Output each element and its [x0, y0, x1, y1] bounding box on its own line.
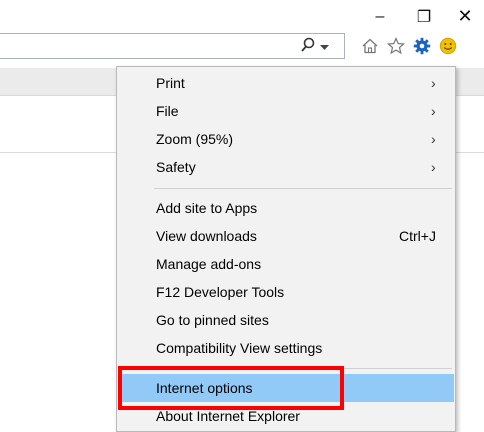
star-icon[interactable]	[386, 36, 406, 56]
menu-item-safety[interactable]: Safety ›	[118, 153, 454, 181]
chevron-down-icon[interactable]	[320, 38, 329, 56]
menu-item-label: Compatibility View settings	[156, 340, 323, 356]
menu-item-label: Print	[156, 75, 185, 91]
smiley-icon[interactable]	[438, 36, 458, 56]
menu-item-label: Add site to Apps	[156, 200, 258, 216]
chevron-right-icon: ›	[431, 159, 436, 175]
menu-item-pinned-sites[interactable]: Go to pinned sites	[118, 306, 454, 334]
search-icon[interactable]	[300, 37, 316, 58]
chevron-right-icon: ›	[431, 75, 436, 91]
title-bar: – ❐ ✕	[0, 0, 484, 33]
restore-button[interactable]: ❐	[404, 0, 444, 33]
minimize-button[interactable]: –	[360, 0, 400, 33]
chevron-right-icon: ›	[431, 131, 436, 147]
home-icon[interactable]	[360, 36, 380, 56]
menu-item-view-downloads[interactable]: View downloads Ctrl+J	[118, 222, 454, 250]
highlight-annotation	[118, 366, 344, 410]
toolbar-icons	[360, 34, 458, 58]
menu-item-label: View downloads	[156, 228, 257, 244]
menu-item-file[interactable]: File ›	[118, 97, 454, 125]
menu-item-developer-tools[interactable]: F12 Developer Tools	[118, 278, 454, 306]
menu-item-label: Zoom (95%)	[156, 131, 234, 147]
gear-icon[interactable]	[412, 36, 432, 56]
menu-item-compatibility-view[interactable]: Compatibility View settings	[118, 334, 454, 362]
search-dropdown[interactable]	[300, 36, 340, 58]
menu-item-label: Safety	[156, 159, 196, 175]
menu-item-label: Go to pinned sites	[156, 312, 269, 328]
menu-item-label: F12 Developer Tools	[156, 284, 285, 300]
chevron-right-icon: ›	[431, 103, 436, 119]
menu-item-label: File	[156, 103, 179, 119]
menu-separator	[154, 188, 452, 189]
address-bar[interactable]	[0, 33, 345, 59]
menu-item-label: Manage add-ons	[156, 256, 262, 272]
menu-item-print[interactable]: Print ›	[118, 69, 454, 97]
menu-item-zoom[interactable]: Zoom (95%) ›	[118, 125, 454, 153]
menu-item-manage-add-ons[interactable]: Manage add-ons	[118, 250, 454, 278]
menu-item-add-site-to-apps[interactable]: Add site to Apps	[118, 194, 454, 222]
menu-item-shortcut: Ctrl+J	[399, 228, 436, 244]
close-button[interactable]: ✕	[445, 0, 484, 33]
menu-item-label: About Internet Explorer	[156, 408, 300, 424]
